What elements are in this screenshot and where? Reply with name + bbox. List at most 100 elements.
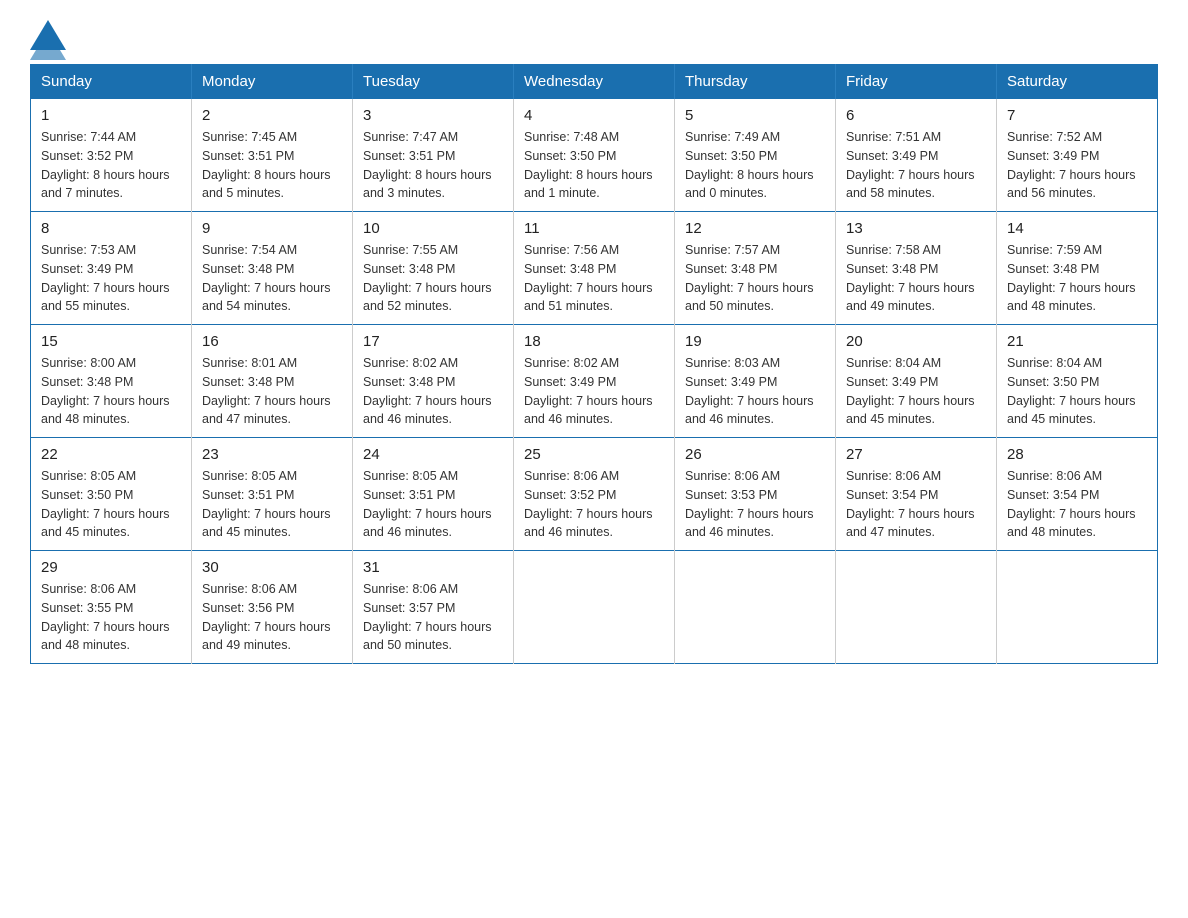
day-info: Sunrise: 7:45 AMSunset: 3:51 PMDaylight:… <box>202 128 342 203</box>
day-info: Sunrise: 8:05 AMSunset: 3:51 PMDaylight:… <box>202 467 342 542</box>
calendar-week-row: 29 Sunrise: 8:06 AMSunset: 3:55 PMDaylig… <box>31 551 1158 664</box>
day-number: 29 <box>41 559 181 576</box>
day-info: Sunrise: 8:06 AMSunset: 3:56 PMDaylight:… <box>202 580 342 655</box>
day-number: 12 <box>685 220 825 237</box>
calendar-day-cell: 27 Sunrise: 8:06 AMSunset: 3:54 PMDaylig… <box>836 438 997 551</box>
calendar-day-cell: 21 Sunrise: 8:04 AMSunset: 3:50 PMDaylig… <box>997 325 1158 438</box>
day-number: 24 <box>363 446 503 463</box>
day-info: Sunrise: 7:48 AMSunset: 3:50 PMDaylight:… <box>524 128 664 203</box>
day-info: Sunrise: 7:58 AMSunset: 3:48 PMDaylight:… <box>846 241 986 316</box>
calendar-day-cell <box>514 551 675 664</box>
day-number: 18 <box>524 333 664 350</box>
day-number: 2 <box>202 107 342 124</box>
calendar-day-cell: 24 Sunrise: 8:05 AMSunset: 3:51 PMDaylig… <box>353 438 514 551</box>
day-info: Sunrise: 8:06 AMSunset: 3:57 PMDaylight:… <box>363 580 503 655</box>
calendar-day-cell: 26 Sunrise: 8:06 AMSunset: 3:53 PMDaylig… <box>675 438 836 551</box>
calendar-week-row: 8 Sunrise: 7:53 AMSunset: 3:49 PMDayligh… <box>31 212 1158 325</box>
day-info: Sunrise: 7:44 AMSunset: 3:52 PMDaylight:… <box>41 128 181 203</box>
logo-icon <box>30 20 58 48</box>
calendar-day-cell: 18 Sunrise: 8:02 AMSunset: 3:49 PMDaylig… <box>514 325 675 438</box>
day-number: 22 <box>41 446 181 463</box>
day-number: 16 <box>202 333 342 350</box>
calendar-day-cell: 20 Sunrise: 8:04 AMSunset: 3:49 PMDaylig… <box>836 325 997 438</box>
day-info: Sunrise: 8:00 AMSunset: 3:48 PMDaylight:… <box>41 354 181 429</box>
day-info: Sunrise: 7:54 AMSunset: 3:48 PMDaylight:… <box>202 241 342 316</box>
day-number: 19 <box>685 333 825 350</box>
day-of-week-header: Thursday <box>675 65 836 99</box>
calendar-header-row: SundayMondayTuesdayWednesdayThursdayFrid… <box>31 65 1158 99</box>
day-of-week-header: Saturday <box>997 65 1158 99</box>
calendar-day-cell: 25 Sunrise: 8:06 AMSunset: 3:52 PMDaylig… <box>514 438 675 551</box>
day-info: Sunrise: 8:02 AMSunset: 3:49 PMDaylight:… <box>524 354 664 429</box>
day-number: 30 <box>202 559 342 576</box>
day-info: Sunrise: 8:03 AMSunset: 3:49 PMDaylight:… <box>685 354 825 429</box>
calendar-day-cell: 2 Sunrise: 7:45 AMSunset: 3:51 PMDayligh… <box>192 99 353 212</box>
day-info: Sunrise: 7:55 AMSunset: 3:48 PMDaylight:… <box>363 241 503 316</box>
calendar-day-cell: 15 Sunrise: 8:00 AMSunset: 3:48 PMDaylig… <box>31 325 192 438</box>
day-info: Sunrise: 8:04 AMSunset: 3:50 PMDaylight:… <box>1007 354 1147 429</box>
day-info: Sunrise: 7:53 AMSunset: 3:49 PMDaylight:… <box>41 241 181 316</box>
calendar-day-cell: 8 Sunrise: 7:53 AMSunset: 3:49 PMDayligh… <box>31 212 192 325</box>
day-info: Sunrise: 8:06 AMSunset: 3:55 PMDaylight:… <box>41 580 181 655</box>
day-of-week-header: Tuesday <box>353 65 514 99</box>
calendar-day-cell: 13 Sunrise: 7:58 AMSunset: 3:48 PMDaylig… <box>836 212 997 325</box>
day-number: 17 <box>363 333 503 350</box>
day-number: 20 <box>846 333 986 350</box>
calendar-day-cell: 4 Sunrise: 7:48 AMSunset: 3:50 PMDayligh… <box>514 99 675 212</box>
day-info: Sunrise: 7:56 AMSunset: 3:48 PMDaylight:… <box>524 241 664 316</box>
day-info: Sunrise: 7:52 AMSunset: 3:49 PMDaylight:… <box>1007 128 1147 203</box>
day-number: 21 <box>1007 333 1147 350</box>
day-number: 11 <box>524 220 664 237</box>
day-number: 4 <box>524 107 664 124</box>
calendar-day-cell <box>836 551 997 664</box>
day-info: Sunrise: 8:04 AMSunset: 3:49 PMDaylight:… <box>846 354 986 429</box>
calendar-day-cell <box>997 551 1158 664</box>
calendar-day-cell: 6 Sunrise: 7:51 AMSunset: 3:49 PMDayligh… <box>836 99 997 212</box>
day-info: Sunrise: 8:06 AMSunset: 3:54 PMDaylight:… <box>846 467 986 542</box>
day-number: 23 <box>202 446 342 463</box>
calendar-day-cell: 30 Sunrise: 8:06 AMSunset: 3:56 PMDaylig… <box>192 551 353 664</box>
day-number: 7 <box>1007 107 1147 124</box>
calendar-day-cell: 10 Sunrise: 7:55 AMSunset: 3:48 PMDaylig… <box>353 212 514 325</box>
day-info: Sunrise: 7:51 AMSunset: 3:49 PMDaylight:… <box>846 128 986 203</box>
day-number: 28 <box>1007 446 1147 463</box>
logo <box>30 20 62 48</box>
day-number: 1 <box>41 107 181 124</box>
calendar-day-cell: 9 Sunrise: 7:54 AMSunset: 3:48 PMDayligh… <box>192 212 353 325</box>
calendar-day-cell: 17 Sunrise: 8:02 AMSunset: 3:48 PMDaylig… <box>353 325 514 438</box>
calendar-day-cell: 5 Sunrise: 7:49 AMSunset: 3:50 PMDayligh… <box>675 99 836 212</box>
calendar-week-row: 1 Sunrise: 7:44 AMSunset: 3:52 PMDayligh… <box>31 99 1158 212</box>
calendar-table: SundayMondayTuesdayWednesdayThursdayFrid… <box>30 64 1158 664</box>
day-info: Sunrise: 7:47 AMSunset: 3:51 PMDaylight:… <box>363 128 503 203</box>
day-info: Sunrise: 7:57 AMSunset: 3:48 PMDaylight:… <box>685 241 825 316</box>
calendar-day-cell: 11 Sunrise: 7:56 AMSunset: 3:48 PMDaylig… <box>514 212 675 325</box>
calendar-day-cell: 7 Sunrise: 7:52 AMSunset: 3:49 PMDayligh… <box>997 99 1158 212</box>
calendar-day-cell: 16 Sunrise: 8:01 AMSunset: 3:48 PMDaylig… <box>192 325 353 438</box>
day-number: 13 <box>846 220 986 237</box>
calendar-day-cell: 29 Sunrise: 8:06 AMSunset: 3:55 PMDaylig… <box>31 551 192 664</box>
day-of-week-header: Wednesday <box>514 65 675 99</box>
calendar-day-cell <box>675 551 836 664</box>
day-info: Sunrise: 7:49 AMSunset: 3:50 PMDaylight:… <box>685 128 825 203</box>
day-number: 5 <box>685 107 825 124</box>
day-number: 9 <box>202 220 342 237</box>
day-info: Sunrise: 8:06 AMSunset: 3:53 PMDaylight:… <box>685 467 825 542</box>
calendar-day-cell: 31 Sunrise: 8:06 AMSunset: 3:57 PMDaylig… <box>353 551 514 664</box>
day-number: 8 <box>41 220 181 237</box>
calendar-day-cell: 14 Sunrise: 7:59 AMSunset: 3:48 PMDaylig… <box>997 212 1158 325</box>
day-of-week-header: Friday <box>836 65 997 99</box>
page-header <box>30 20 1158 48</box>
calendar-day-cell: 28 Sunrise: 8:06 AMSunset: 3:54 PMDaylig… <box>997 438 1158 551</box>
calendar-day-cell: 1 Sunrise: 7:44 AMSunset: 3:52 PMDayligh… <box>31 99 192 212</box>
day-number: 27 <box>846 446 986 463</box>
day-number: 6 <box>846 107 986 124</box>
day-info: Sunrise: 8:06 AMSunset: 3:52 PMDaylight:… <box>524 467 664 542</box>
day-info: Sunrise: 7:59 AMSunset: 3:48 PMDaylight:… <box>1007 241 1147 316</box>
day-number: 14 <box>1007 220 1147 237</box>
calendar-week-row: 22 Sunrise: 8:05 AMSunset: 3:50 PMDaylig… <box>31 438 1158 551</box>
calendar-day-cell: 3 Sunrise: 7:47 AMSunset: 3:51 PMDayligh… <box>353 99 514 212</box>
day-number: 15 <box>41 333 181 350</box>
day-info: Sunrise: 8:05 AMSunset: 3:50 PMDaylight:… <box>41 467 181 542</box>
day-info: Sunrise: 8:05 AMSunset: 3:51 PMDaylight:… <box>363 467 503 542</box>
day-number: 31 <box>363 559 503 576</box>
